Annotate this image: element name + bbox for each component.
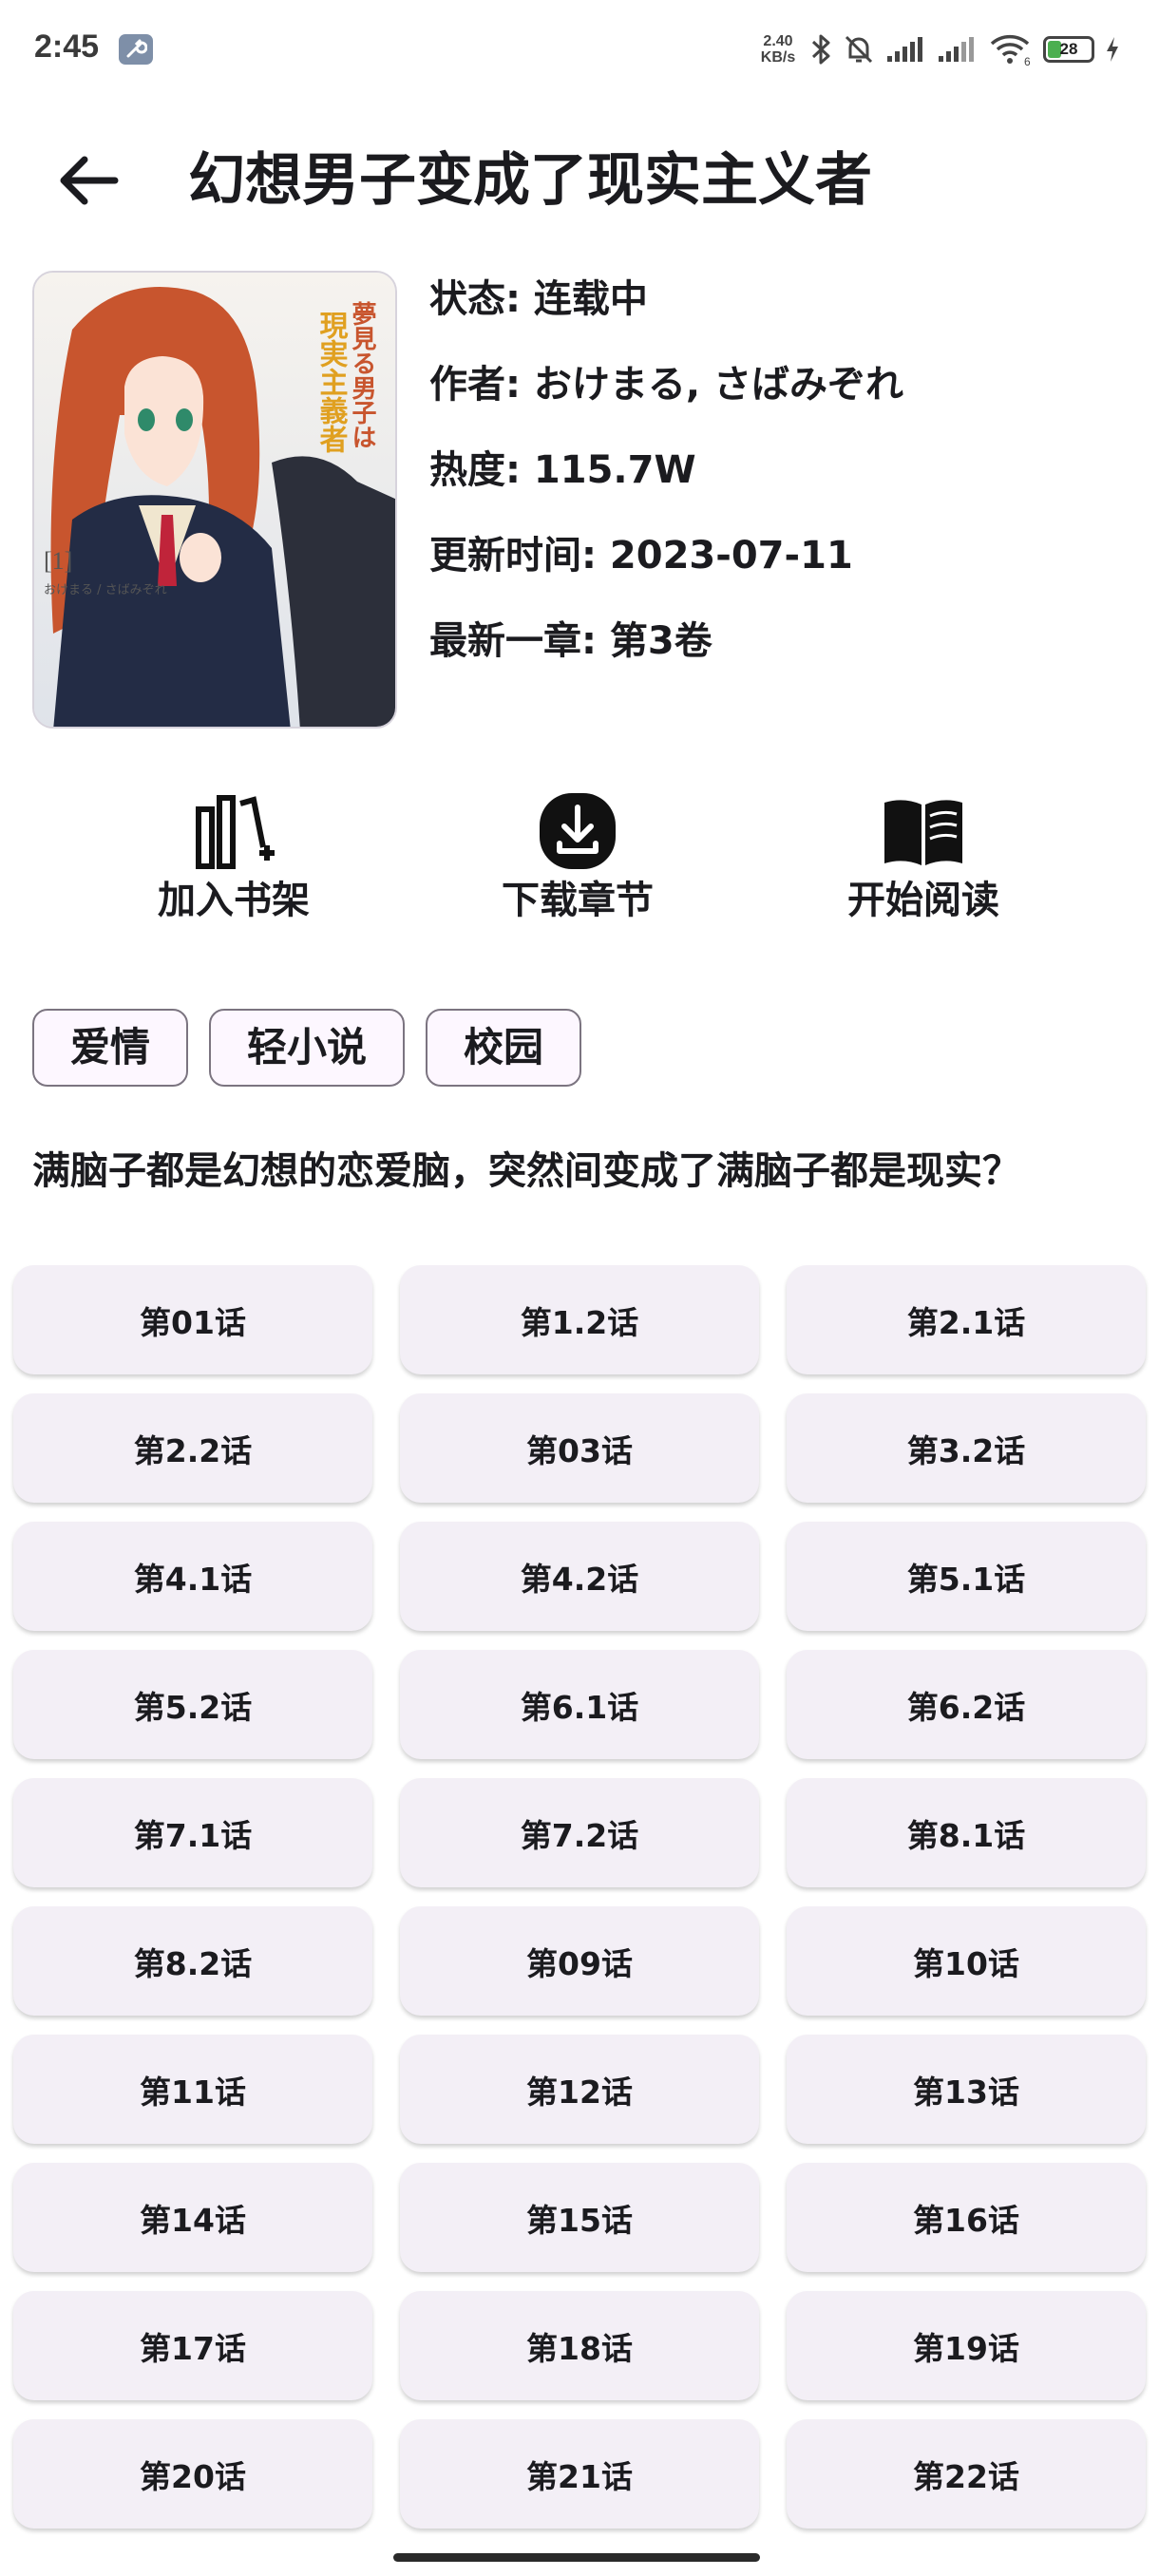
- chapter-button[interactable]: 第20话: [13, 2419, 372, 2529]
- add-bookshelf-icon: [196, 795, 275, 869]
- chapter-button[interactable]: 第13话: [787, 2035, 1146, 2144]
- chapter-button[interactable]: 第14话: [13, 2163, 372, 2272]
- chapter-button[interactable]: 第5.1话: [787, 1522, 1146, 1631]
- chapter-button[interactable]: 第5.2话: [13, 1650, 372, 1759]
- chapter-button[interactable]: 第7.1话: [13, 1778, 372, 1887]
- download-chapters-button[interactable]: 下载章节: [464, 788, 692, 931]
- arrow-left-icon: [60, 156, 119, 205]
- open-book-icon: [884, 800, 962, 865]
- chapter-button[interactable]: 第11话: [13, 2035, 372, 2144]
- bell-off-icon: [845, 35, 873, 64]
- chapter-grid: 第01话 第1.2话 第2.1话第2.2话 第03话 第3.2话第4.1话 第4.2话 第5…: [13, 1265, 1146, 2529]
- book-description: 满脑子都是幻想的恋爱脑，突然间变成了满脑子都是现实？: [32, 1149, 1020, 1193]
- chapter-button[interactable]: 第18话: [400, 2291, 759, 2400]
- status-bar: 2:45 2.40 KB/s 6 28: [0, 0, 1159, 104]
- add-to-shelf-button[interactable]: 加入书架: [120, 788, 348, 931]
- chapter-button[interactable]: 第7.2话: [400, 1778, 759, 1887]
- charging-icon: [1107, 37, 1118, 62]
- start-reading-label: 开始阅读: [847, 879, 999, 922]
- author-text: 作者: おけまる, さばみぞれ: [429, 363, 904, 407]
- status-icons: 2.40 KB/s 6 28: [756, 28, 1121, 70]
- book-cover: 夢見る男子は 現実主義者 [1] おけまる / さばみぞれ: [32, 271, 397, 729]
- add-to-shelf-label: 加入书架: [158, 879, 310, 922]
- start-reading-button[interactable]: 开始阅读: [809, 788, 1037, 931]
- download-chapters-label: 下载章节: [502, 879, 654, 922]
- chapter-button[interactable]: 第1.2话: [400, 1265, 759, 1374]
- popularity-text: 热度: 115.7W: [429, 448, 696, 492]
- svg-text:おけまる / さばみぞれ: おけまる / さばみぞれ: [44, 583, 167, 597]
- tag-chip[interactable]: 轻小说: [209, 1009, 406, 1087]
- chapter-button[interactable]: 第03话: [400, 1393, 759, 1503]
- chapter-button[interactable]: 第15话: [400, 2163, 759, 2272]
- chapter-button[interactable]: 第19话: [787, 2291, 1146, 2400]
- battery-level: 28: [1059, 40, 1078, 58]
- net-speed-unit: KB/s: [760, 49, 796, 66]
- chapter-button[interactable]: 第16话: [787, 2163, 1146, 2272]
- wifi-icon: 6: [990, 34, 1031, 66]
- chapter-button[interactable]: 第6.1话: [400, 1650, 759, 1759]
- chapter-button[interactable]: 第2.1话: [787, 1265, 1146, 1374]
- battery-icon: 28: [1043, 36, 1094, 63]
- chapter-button[interactable]: 第4.2话: [400, 1522, 759, 1631]
- chapter-button[interactable]: 第17话: [13, 2291, 372, 2400]
- tag-list: 爱情 轻小说 校园: [32, 1009, 582, 1087]
- chapter-button[interactable]: 第21话: [400, 2419, 759, 2529]
- chapter-button[interactable]: 第2.2话: [13, 1393, 372, 1503]
- bluetooth-icon: [811, 34, 830, 65]
- home-indicator[interactable]: [393, 2553, 760, 2562]
- chapter-button[interactable]: 第8.2话: [13, 1906, 372, 2016]
- app-header: 幻想男子变成了现实主义者: [0, 123, 1159, 237]
- tag-chip[interactable]: 爱情: [32, 1009, 189, 1087]
- signal-icon: [887, 37, 922, 62]
- chapter-button[interactable]: 第12话: [400, 2035, 759, 2144]
- net-speed-value: 2.40: [763, 33, 793, 49]
- status-text: 状态: 连载中: [429, 277, 648, 321]
- page-title: 幻想男子变成了现实主义者: [188, 147, 872, 214]
- chapter-button[interactable]: 第09话: [400, 1906, 759, 2016]
- svg-text:現実主義者: 現実主義者: [314, 311, 349, 453]
- status-time: 2:45: [34, 28, 100, 65]
- wrench-icon: [119, 34, 153, 65]
- chapter-button[interactable]: 第8.1话: [787, 1778, 1146, 1887]
- svg-text:夢見る男子は: 夢見る男子は: [348, 301, 376, 449]
- signal-icon: [939, 37, 974, 62]
- svg-text:6: 6: [1024, 55, 1031, 66]
- tag-chip[interactable]: 校园: [426, 1009, 582, 1087]
- download-icon: [540, 793, 616, 869]
- action-bar: 加入书架 下载章节 开始阅读: [0, 788, 1159, 931]
- chapter-button[interactable]: 第22话: [787, 2419, 1146, 2529]
- chapter-button[interactable]: 第3.2话: [787, 1393, 1146, 1503]
- svg-text:[1]: [1]: [44, 547, 72, 575]
- book-info: 状态: 连载中 作者: おけまる, さばみぞれ 热度: 115.7W 更新时间:…: [429, 271, 903, 698]
- updated-text: 更新时间: 2023-07-11: [429, 534, 853, 578]
- chapter-button[interactable]: 第6.2话: [787, 1650, 1146, 1759]
- latest-chapter-text: 最新一章: 第3卷: [429, 619, 712, 663]
- chapter-button[interactable]: 第4.1话: [13, 1522, 372, 1631]
- back-button[interactable]: [49, 142, 125, 218]
- net-speed: 2.40 KB/s: [756, 33, 800, 66]
- chapter-button[interactable]: 第01话: [13, 1265, 372, 1374]
- chapter-button[interactable]: 第10话: [787, 1906, 1146, 2016]
